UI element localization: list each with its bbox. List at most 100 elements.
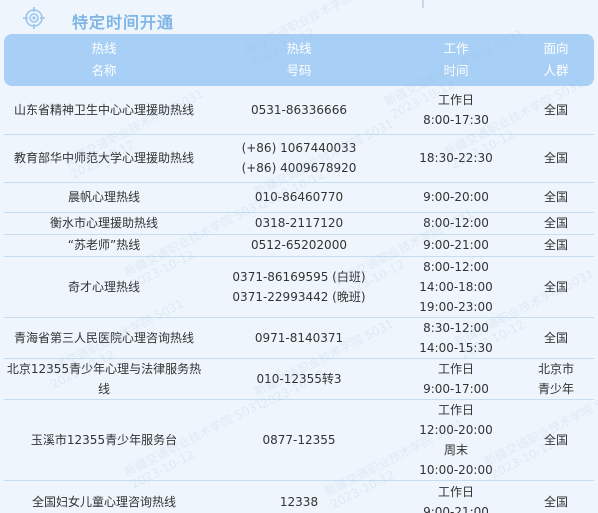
audience-cell: 全国 (518, 212, 594, 235)
audience-text: 全国 (543, 330, 568, 345)
table-row: 玉溪市12355青少年服务台 0877-12355 工作日 12:00-20:00 周末… (4, 399, 594, 481)
hotline-number-text[interactable]: 0318-2117120 (206, 213, 392, 233)
hotline-number-cell[interactable]: 12338 (204, 480, 394, 513)
header-name: 热线 名称 (4, 34, 204, 86)
table-row: 晨帆心理热线 010-86460770 9:00-20:00 全国 (4, 182, 594, 213)
hotline-number-text[interactable]: (+86) 4009678920 (206, 158, 392, 178)
hotline-name-text: 北京12355青少年心理与法律服务热 (6, 361, 202, 376)
hotline-number-cell[interactable]: 010-86460770 (204, 182, 394, 213)
hotline-table-container: 热线 名称 热线 号码 工作 时间 面向 人群 山东省精神卫生中心心理援助热线 … (4, 34, 594, 513)
hotline-number-cell[interactable]: 010-12355转3 (204, 358, 394, 400)
work-time-text: 9:00-20:00 (423, 190, 489, 204)
work-time-text: 12:00-20:00 (419, 422, 493, 437)
work-time-text: 10:00-20:00 (419, 462, 493, 477)
hotline-name-text: 衡水市心理援助热线 (49, 216, 158, 230)
audience-text: 全国 (543, 151, 568, 165)
work-time-cell: 8:30-12:00 14:00-15:30 (394, 317, 518, 359)
hotline-name-text: 全国妇女儿童心理咨询热线 (31, 495, 176, 509)
audience-cell: 全国 (518, 86, 594, 135)
work-time-cell: 8:00-12:00 14:00-18:00 19:00-23:00 (394, 256, 518, 318)
work-time-cell: 工作日 9:00-21:00 (394, 480, 518, 513)
work-time-text: 周末 (443, 442, 468, 457)
hotline-name-cell: “苏老师”热线 (4, 234, 204, 257)
hotline-name-text: “苏老师”热线 (67, 238, 141, 252)
hotline-name-cell: 奇才心理热线 (4, 256, 204, 318)
audience-text: 全国 (543, 432, 568, 447)
audience-text: 全国 (543, 102, 568, 117)
table-row: 衡水市心理援助热线 0318-2117120 8:00-12:00 全国 (4, 212, 594, 235)
hotline-number-text[interactable]: 0877-12355 (206, 430, 392, 450)
work-time-text: 9:00-21:00 (423, 505, 489, 513)
work-time-text: 工作日 (437, 402, 474, 417)
hotline-name-cell: 晨帆心理热线 (4, 182, 204, 213)
hotline-number-text[interactable]: 010-86460770 (206, 187, 392, 207)
audience-cell: 全国 (518, 256, 594, 318)
hotline-number-text[interactable]: 0371-22993442 (晚班) (206, 287, 392, 307)
hotline-number-text[interactable]: 0531-86336666 (206, 100, 392, 120)
audience-text: 全国 (543, 279, 568, 294)
target-icon (22, 6, 46, 30)
hotline-name-text: 山东省精神卫生中心心理援助热线 (13, 102, 194, 117)
header-time: 工作 时间 (394, 34, 518, 86)
hotline-name-cell: 玉溪市12355青少年服务台 (4, 399, 204, 481)
hotline-name-cell: 教育部华中师范大学心理援助热线 (4, 134, 204, 183)
work-time-cell: 9:00-20:00 (394, 182, 518, 213)
work-time-text: 14:00-15:30 (419, 340, 493, 355)
audience-cell: 北京市 青少年 (518, 358, 594, 400)
hotline-number-cell[interactable]: 0371-86169595 (白班) 0371-22993442 (晚班) (204, 256, 394, 318)
table-row: 全国妇女儿童心理咨询热线 12338 工作日 9:00-21:00 全国 (4, 480, 594, 513)
page: 特定时间开通 热线 名称 热线 号码 工作 时间 面向 人群 山东省精神卫生中心… (0, 0, 598, 513)
work-time-text: 工作日 (437, 485, 474, 499)
table-body: 山东省精神卫生中心心理援助热线 0531-86336666 工作日 8:00-17:3… (4, 86, 594, 513)
work-time-text: 8:00-12:00 (423, 259, 489, 274)
hotline-number-cell[interactable]: 0971-8140371 (204, 317, 394, 359)
audience-cell: 全国 (518, 234, 594, 257)
hotline-name-text: 奇才心理热线 (67, 279, 140, 294)
hotline-number-text[interactable]: 0371-86169595 (白班) (206, 267, 392, 287)
work-time-cell: 18:30-22:30 (394, 134, 518, 183)
work-time-text: 工作日 (437, 361, 474, 376)
audience-cell: 全国 (518, 399, 594, 481)
hotline-number-cell[interactable]: 0877-12355 (204, 399, 394, 481)
hotline-name-text: 青海省第三人民医院心理咨询热线 (13, 330, 194, 345)
table-header: 热线 名称 热线 号码 工作 时间 面向 人群 (4, 34, 594, 86)
table-row: 北京12355青少年心理与法律服务热线 010-12355转3 工作日 9:00-17… (4, 358, 594, 400)
work-time-text: 19:00-23:00 (419, 299, 493, 314)
page-title: 特定时间开通 (72, 13, 175, 32)
work-time-text: 18:30-22:30 (419, 151, 493, 165)
audience-text: 全国 (543, 238, 568, 252)
work-time-text: 8:00-12:00 (423, 216, 489, 230)
work-time-text: 工作日 (437, 92, 474, 107)
audience-cell: 全国 (518, 317, 594, 359)
table-row: 奇才心理热线 0371-86169595 (白班) 0371-22993442 (晚… (4, 256, 594, 318)
work-time-text: 9:00-17:00 (423, 381, 489, 396)
hotline-table: 热线 名称 热线 号码 工作 时间 面向 人群 山东省精神卫生中心心理援助热线 … (4, 34, 594, 513)
audience-text: 全国 (543, 190, 568, 204)
hotline-number-text[interactable]: 010-12355转3 (206, 369, 392, 389)
work-time-cell: 9:00-21:00 (394, 234, 518, 257)
hotline-name-text: 晨帆心理热线 (67, 190, 140, 204)
hotline-number-cell[interactable]: 0512-65202000 (204, 234, 394, 257)
hotline-number-cell[interactable]: 0318-2117120 (204, 212, 394, 235)
hotline-number-cell[interactable]: (+86) 1067440033 (+86) 4009678920 (204, 134, 394, 183)
audience-cell: 全国 (518, 480, 594, 513)
work-time-text: 8:30-12:00 (423, 320, 489, 335)
audience-text: 全国 (543, 216, 568, 230)
hotline-number-text[interactable]: 0971-8140371 (206, 328, 392, 348)
table-row: “苏老师”热线 0512-65202000 9:00-21:00 全国 (4, 234, 594, 257)
table-row: 青海省第三人民医院心理咨询热线 0971-8140371 8:30-12:00 14:… (4, 317, 594, 359)
hotline-number-cell[interactable]: 0531-86336666 (204, 86, 394, 135)
hotline-number-text[interactable]: (+86) 1067440033 (206, 138, 392, 158)
audience-text: 青少年 (537, 381, 574, 396)
divider (422, 0, 424, 8)
hotline-number-text[interactable]: 0512-65202000 (206, 235, 392, 255)
hotline-name-cell: 山东省精神卫生中心心理援助热线 (4, 86, 204, 135)
hotline-name-text: 线 (97, 381, 110, 396)
table-row: 教育部华中师范大学心理援助热线 (+86) 1067440033 (+86) 400… (4, 134, 594, 183)
hotline-number-text[interactable]: 12338 (206, 492, 392, 512)
header-audience: 面向 人群 (518, 34, 594, 86)
work-time-text: 14:00-18:00 (419, 279, 493, 294)
work-time-cell: 8:00-12:00 (394, 212, 518, 235)
hotline-name-cell: 全国妇女儿童心理咨询热线 (4, 480, 204, 513)
hotline-name-cell: 青海省第三人民医院心理咨询热线 (4, 317, 204, 359)
